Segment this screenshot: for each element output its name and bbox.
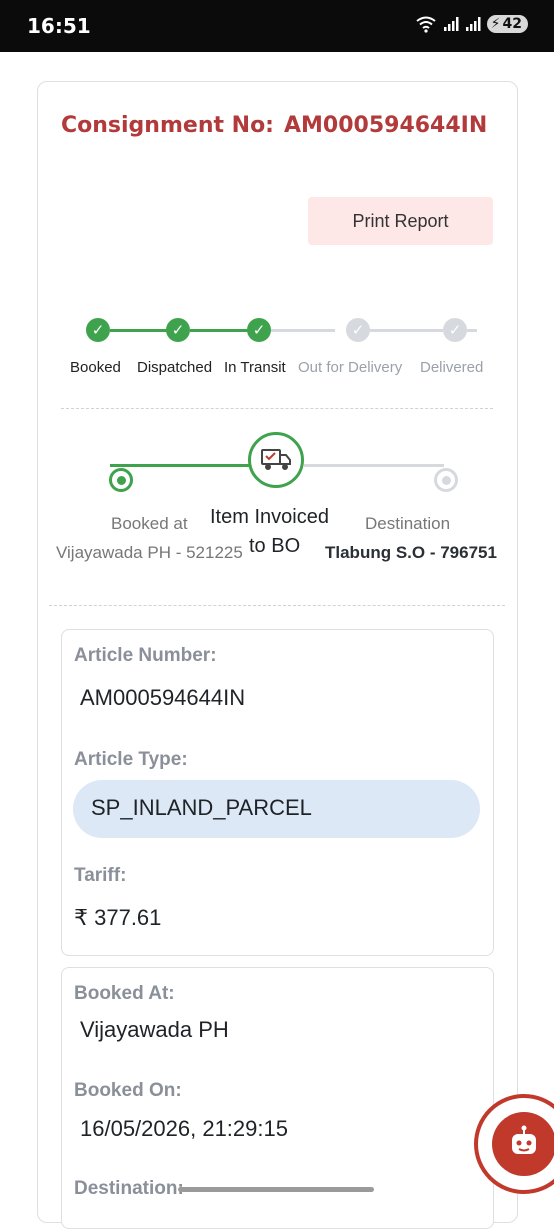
consignment-number: AM000594644IN bbox=[283, 113, 488, 138]
tariff-value: ₹ 377.61 bbox=[74, 905, 162, 930]
booked-on-label: Booked On: bbox=[74, 1080, 182, 1101]
check-icon: ✓ bbox=[166, 318, 190, 342]
booked-at-value: Vijayawada PH bbox=[80, 1017, 229, 1042]
step-connector bbox=[190, 329, 248, 332]
booked-on-value: 16/05/2026, 21:29:15 bbox=[80, 1116, 288, 1141]
step-label-booked: Booked bbox=[70, 359, 121, 376]
robot-icon bbox=[492, 1112, 554, 1176]
article-type-badge: SP_INLAND_PARCEL bbox=[73, 780, 480, 838]
divider bbox=[61, 408, 493, 409]
destination-field-label: Destination: bbox=[74, 1178, 184, 1199]
step-connector bbox=[467, 329, 477, 332]
battery-level: 42 bbox=[502, 16, 522, 32]
signal-icon-2 bbox=[465, 17, 481, 31]
destination-dot bbox=[434, 468, 458, 492]
status-bar: 16:51 ⚡ 42 bbox=[0, 0, 554, 52]
check-icon: ✓ bbox=[247, 318, 271, 342]
step-connector bbox=[270, 329, 335, 332]
check-icon: ✓ bbox=[86, 318, 110, 342]
print-report-button[interactable]: Print Report bbox=[308, 197, 493, 245]
booked-at-label: Booked At: bbox=[74, 983, 175, 1004]
signal-icon bbox=[443, 17, 459, 31]
current-status-line2: to BO bbox=[249, 535, 301, 557]
step-connector bbox=[370, 329, 443, 332]
divider bbox=[49, 605, 505, 606]
article-type-value: SP_INLAND_PARCEL bbox=[91, 795, 312, 820]
destination-label: Destination bbox=[365, 514, 451, 533]
battery-indicator: ⚡ 42 bbox=[486, 15, 528, 33]
charging-icon: ⚡ bbox=[490, 16, 501, 32]
check-icon: ✓ bbox=[443, 318, 467, 342]
status-icons: ⚡ 42 bbox=[415, 15, 528, 33]
tariff-label: Tariff: bbox=[74, 865, 127, 886]
wifi-icon bbox=[416, 16, 436, 33]
step-label-out-for-delivery: Out for Delivery bbox=[298, 359, 403, 376]
status-tracker: ✓ ✓ ✓ ✓ ✓ Booked Dispatched In Transit O… bbox=[0, 300, 554, 390]
consignment-heading: Consignment No: AM000594644IN bbox=[61, 113, 487, 138]
check-icon: ✓ bbox=[346, 318, 370, 342]
current-status-line1: Item Invoiced bbox=[210, 506, 329, 528]
article-type-label: Article Type: bbox=[74, 749, 188, 770]
status-time: 16:51 bbox=[27, 14, 91, 38]
step-label-delivered: Delivered bbox=[420, 359, 484, 376]
origin-label: Booked at bbox=[111, 514, 188, 533]
article-number-value: AM000594644IN bbox=[80, 685, 246, 710]
origin-dot bbox=[109, 468, 133, 492]
consignment-label: Consignment No: bbox=[61, 113, 274, 138]
route-pending-line bbox=[304, 464, 444, 467]
destination-place: Tlabung S.O - 796751 bbox=[325, 543, 497, 562]
origin-place: Vijayawada PH - 521225 bbox=[56, 543, 243, 562]
home-indicator[interactable] bbox=[178, 1187, 374, 1192]
article-number-label: Article Number: bbox=[74, 645, 217, 666]
truck-icon bbox=[248, 432, 304, 488]
route-progress-line bbox=[110, 464, 250, 467]
step-label-dispatched: Dispatched bbox=[137, 359, 213, 376]
step-connector bbox=[110, 329, 168, 332]
step-label-in-transit: In Transit bbox=[224, 359, 286, 376]
